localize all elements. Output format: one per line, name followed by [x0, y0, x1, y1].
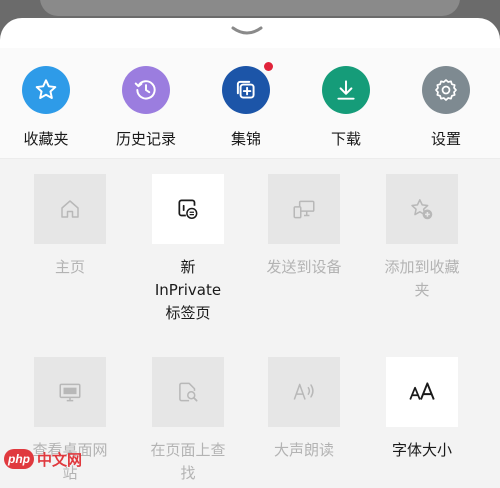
quick-actions-row: 收藏夹 历史记录 集锦 下载 设置	[0, 48, 500, 158]
send-to-device-icon	[293, 200, 315, 219]
home-label: 主页	[54, 258, 85, 276]
read-aloud-icon	[293, 383, 314, 400]
history-icon	[134, 80, 156, 100]
collections-label: 集锦	[230, 130, 261, 148]
php-logo: php	[4, 449, 34, 469]
gear-icon	[435, 79, 457, 101]
collections-icon	[236, 80, 255, 99]
font-size-tile[interactable]: 字体大小	[362, 357, 482, 462]
find-in-page-tile[interactable]: 在页面上查 找	[128, 357, 248, 485]
inprivate-tab-label: 新 InPrivate 标签页	[154, 258, 222, 322]
font-size-icon	[409, 382, 435, 400]
desktop-site-icon	[59, 383, 81, 402]
send-to-device-tile[interactable]: 发送到设备	[244, 174, 364, 279]
add-favorite-label: 添加到收藏 夹	[384, 258, 460, 299]
inprivate-tab-icon	[178, 199, 198, 219]
read-aloud-label: 大声朗读	[273, 441, 334, 459]
star-icon	[35, 79, 57, 99]
download-icon	[337, 80, 355, 100]
menu-grid: 主页 新 InPrivate 标签页 发送到设备 添加到收藏 夹 查看桌面网 站…	[0, 159, 500, 488]
favorites-label: 收藏夹	[23, 130, 69, 148]
find-in-page-icon	[179, 382, 198, 402]
history-button[interactable]: 历史记录	[96, 66, 196, 149]
address-bar-remnant	[40, 0, 460, 16]
collapse-handle-icon[interactable]	[229, 24, 265, 38]
watermark-logo: php 中文网	[4, 448, 82, 470]
settings-button[interactable]: 设置	[396, 66, 496, 149]
downloads-button[interactable]: 下载	[296, 66, 396, 149]
notification-badge	[264, 62, 273, 71]
collections-button[interactable]: 集锦	[196, 62, 296, 149]
find-in-page-label: 在页面上查 找	[150, 441, 226, 482]
font-size-label: 字体大小	[391, 441, 452, 459]
add-favorite-icon	[411, 199, 433, 220]
inprivate-tab-tile[interactable]: 新 InPrivate 标签页	[128, 174, 248, 325]
favorites-button[interactable]: 收藏夹	[0, 66, 96, 149]
history-label: 历史记录	[115, 130, 176, 148]
home-icon	[61, 200, 79, 218]
home-tile[interactable]: 主页	[10, 174, 130, 279]
menu-sheet: 收藏夹 历史记录 集锦 下载 设置 主页 新 InPrivate 标签页 发送到…	[0, 18, 500, 488]
settings-label: 设置	[430, 130, 461, 148]
send-to-device-label: 发送到设备	[266, 258, 342, 276]
watermark-text: 中文网	[37, 450, 83, 469]
read-aloud-tile[interactable]: 大声朗读	[244, 357, 364, 462]
downloads-label: 下载	[330, 130, 361, 148]
add-favorite-tile[interactable]: 添加到收藏 夹	[362, 174, 482, 302]
